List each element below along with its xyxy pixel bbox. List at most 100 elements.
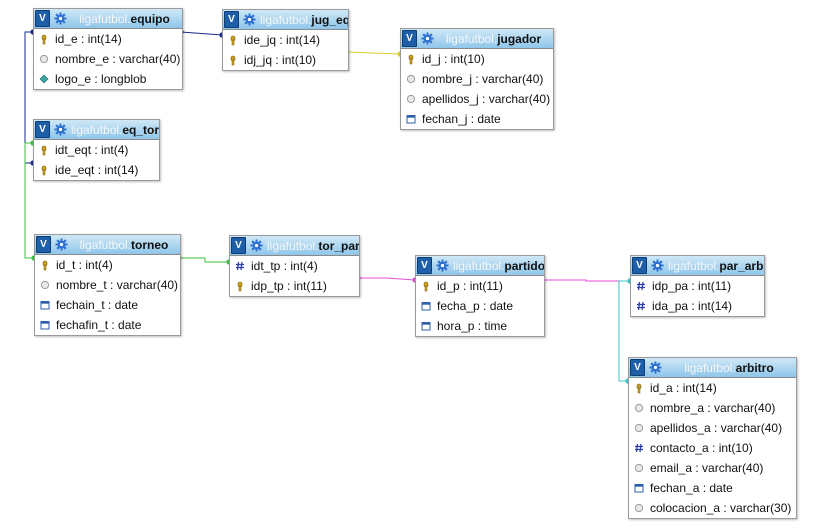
table-header[interactable]: Vligafutbol.tor_par <box>230 236 359 256</box>
column-icon <box>633 423 644 434</box>
toggle-columns-icon[interactable]: V <box>402 30 417 47</box>
gear-icon[interactable] <box>650 259 664 273</box>
table-name: partido <box>504 258 544 273</box>
toggle-columns-icon[interactable]: V <box>632 257 647 274</box>
table-tor-par[interactable]: Vligafutbol.tor_par idt_tp : int(4) idp_tp… <box>229 235 360 297</box>
gear-icon[interactable] <box>435 259 449 273</box>
hash-icon <box>635 281 646 292</box>
column-row[interactable]: ide_eqt : int(14) <box>34 160 159 180</box>
column-row[interactable]: nombre_e : varchar(40) <box>34 49 182 69</box>
column-row[interactable]: colocacion_a : varchar(30) <box>629 498 796 518</box>
gear-icon[interactable] <box>648 361 662 375</box>
column-row[interactable]: apellidos_a : varchar(40) <box>629 418 796 438</box>
column-row[interactable]: id_t : int(4) <box>35 255 180 275</box>
column-row[interactable]: idp_pa : int(11) <box>631 276 764 296</box>
column-definition: nombre_t : varchar(40) <box>56 278 179 292</box>
column-row[interactable]: nombre_j : varchar(40) <box>401 69 553 89</box>
column-row[interactable]: fecha_p : date <box>416 296 544 316</box>
column-row[interactable]: hora_p : time <box>416 316 544 336</box>
toggle-columns-icon[interactable]: V <box>36 236 51 253</box>
database-prefix: ligafutbol. <box>79 11 131 26</box>
table-partido[interactable]: Vligafutbol.partido id_p : int(11) fecha_p… <box>415 255 545 337</box>
table-name: tor_par <box>318 238 359 253</box>
column-row[interactable]: fechan_j : date <box>401 109 553 129</box>
column-row[interactable]: contacto_a : int(10) <box>629 438 796 458</box>
column-row[interactable]: apellidos_j : varchar(40) <box>401 89 553 109</box>
table-title: ligafutbol.equipo <box>71 12 182 26</box>
column-row[interactable]: idj_jq : int(10) <box>223 50 348 70</box>
toggle-columns-icon[interactable]: V <box>630 359 645 376</box>
gear-icon[interactable] <box>53 12 67 26</box>
gear-icon[interactable] <box>53 123 67 137</box>
column-definition: ide_jq : int(14) <box>244 33 321 47</box>
table-header[interactable]: Vligafutbol.par_arb <box>631 256 764 276</box>
toggle-columns-icon[interactable]: V <box>35 10 50 27</box>
relation-equipo-to-jug-eq <box>180 31 223 36</box>
table-title: ligafutbol.tor_par <box>267 239 359 253</box>
column-definition: fechan_j : date <box>422 112 501 126</box>
table-header[interactable]: Vligafutbol.partido <box>416 256 544 276</box>
table-name: arbitro <box>735 360 774 375</box>
column-row[interactable]: idp_tp : int(11) <box>230 276 359 296</box>
column-definition: fechain_t : date <box>56 298 139 312</box>
column-row[interactable]: nombre_t : varchar(40) <box>35 275 180 295</box>
table-par-arb[interactable]: Vligafutbol.par_arb idp_pa : int(11) ida_p… <box>630 255 765 317</box>
key-icon <box>39 260 50 271</box>
column-definition: apellidos_j : varchar(40) <box>422 92 551 106</box>
column-row[interactable]: ida_pa : int(14) <box>631 296 764 316</box>
column-row[interactable]: id_j : int(10) <box>401 49 553 69</box>
column-row[interactable]: logo_e : longblob <box>34 69 182 89</box>
column-icon <box>633 463 644 474</box>
column-icon <box>38 54 49 65</box>
column-definition: apellidos_a : varchar(40) <box>650 421 783 435</box>
toggle-columns-icon[interactable]: V <box>35 121 50 138</box>
table-header[interactable]: Vligafutbol.jugador <box>401 29 553 49</box>
column-definition: fecha_p : date <box>437 299 514 313</box>
database-prefix: ligafutbol. <box>79 237 132 252</box>
column-definition: idt_tp : int(4) <box>251 259 318 273</box>
table-header[interactable]: Vligafutbol.eq_tor <box>34 120 159 140</box>
table-jugador[interactable]: Vligafutbol.jugador id_j : int(10) nombre_… <box>400 28 554 130</box>
toggle-columns-icon[interactable]: V <box>231 237 246 254</box>
table-eq-tor[interactable]: Vligafutbol.eq_tor idt_eqt : int(4) ide_eq… <box>33 119 160 181</box>
column-row[interactable]: id_a : int(14) <box>629 378 796 398</box>
toggle-columns-icon[interactable]: V <box>417 257 432 274</box>
relation-jug-eq-to-jugador <box>346 51 401 55</box>
key-icon <box>420 281 431 292</box>
column-row[interactable]: nombre_a : varchar(40) <box>629 398 796 418</box>
column-row[interactable]: fechafin_t : date <box>35 315 180 335</box>
gear-icon[interactable] <box>242 13 256 27</box>
column-definition: id_a : int(14) <box>650 381 717 395</box>
gear-icon[interactable] <box>54 238 68 252</box>
column-definition: id_j : int(10) <box>422 52 485 66</box>
column-row[interactable]: fechain_t : date <box>35 295 180 315</box>
table-header[interactable]: Vligafutbol.arbitro <box>629 358 796 378</box>
table-jug-eq[interactable]: Vligafutbol.jug_eq ide_jq : int(14) idj_jq… <box>222 9 349 71</box>
table-header[interactable]: Vligafutbol.torneo <box>35 235 180 255</box>
column-definition: ida_pa : int(14) <box>652 299 733 313</box>
table-header[interactable]: Vligafutbol.equipo <box>34 9 182 29</box>
column-row[interactable]: idt_eqt : int(4) <box>34 140 159 160</box>
database-prefix: ligafutbol. <box>684 360 736 375</box>
column-row[interactable]: email_a : varchar(40) <box>629 458 796 478</box>
date-icon <box>420 321 431 332</box>
toggle-columns-icon[interactable]: V <box>224 11 239 28</box>
column-definition: nombre_j : varchar(40) <box>422 72 544 86</box>
column-row[interactable]: ide_jq : int(14) <box>223 30 348 50</box>
date-icon <box>633 483 644 494</box>
table-equipo[interactable]: Vligafutbol.equipo id_e : int(14) nombre_e… <box>33 8 183 90</box>
table-arbitro[interactable]: Vligafutbol.arbitro id_a : int(14) nombre_… <box>628 357 797 519</box>
database-prefix: ligafutbol. <box>267 238 319 253</box>
column-row[interactable]: fechan_a : date <box>629 478 796 498</box>
column-row[interactable]: id_p : int(11) <box>416 276 544 296</box>
table-header[interactable]: Vligafutbol.jug_eq <box>223 10 348 30</box>
column-definition: id_t : int(4) <box>56 258 113 272</box>
relation-tor-par-to-partido <box>358 277 416 281</box>
column-row[interactable]: id_e : int(14) <box>34 29 182 49</box>
gear-icon[interactable] <box>420 32 434 46</box>
column-row[interactable]: idt_tp : int(4) <box>230 256 359 276</box>
gear-icon[interactable] <box>249 239 263 253</box>
table-torneo[interactable]: Vligafutbol.torneo id_t : int(4) nombre_t … <box>34 234 181 336</box>
column-definition: idj_jq : int(10) <box>244 53 317 67</box>
hash-icon <box>234 261 245 272</box>
